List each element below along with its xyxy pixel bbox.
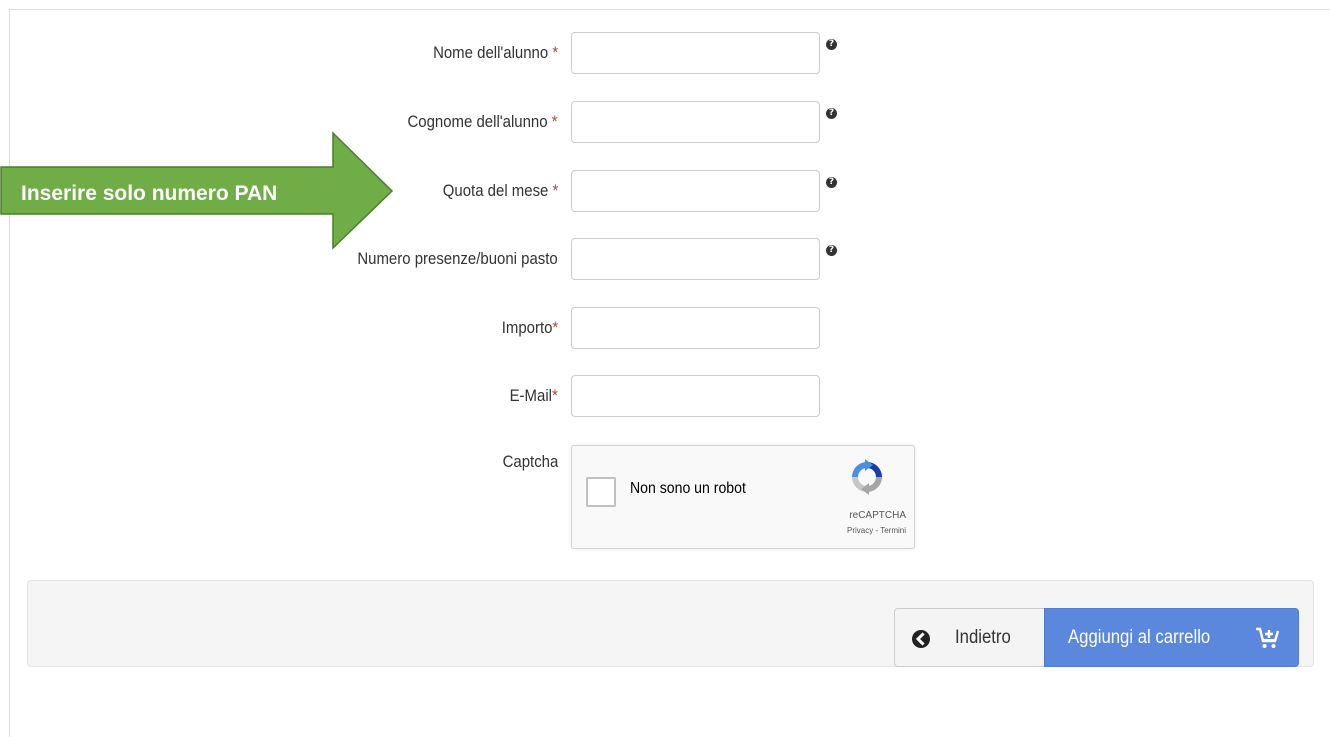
- add-to-cart-label: Aggiungi al carrello: [1068, 627, 1211, 648]
- cognome-alunno-input[interactable]: [571, 101, 820, 143]
- add-to-cart-button[interactable]: Aggiungi al carrello: [1044, 608, 1299, 667]
- form-row-importo: Importo*: [0, 307, 1330, 349]
- recaptcha-widget: Non sono un robot reCAPTCHA Privacy - Te…: [571, 445, 915, 549]
- nome-alunno-input[interactable]: [571, 32, 820, 74]
- cart-plus-icon: [1256, 627, 1279, 648]
- form-row-nome: Nome dell'alunno * ?: [0, 32, 1330, 74]
- question-circle-icon[interactable]: ?: [826, 177, 837, 188]
- annotation-arrow: Inserire solo numero PAN: [0, 130, 395, 250]
- field-label: Cognome dell'alunno *: [407, 112, 558, 131]
- back-button-label: Indietro: [955, 627, 1011, 648]
- quota-mese-input[interactable]: [571, 170, 820, 212]
- question-circle-icon[interactable]: ?: [826, 245, 837, 256]
- recaptcha-links[interactable]: Privacy - Termini: [847, 526, 906, 535]
- back-button[interactable]: Indietro: [894, 608, 1045, 667]
- annotation-text: Inserire solo numero PAN: [21, 182, 278, 205]
- field-label: Quota del mese *: [442, 181, 558, 200]
- field-label: Nome dell'alunno *: [432, 43, 558, 62]
- recaptcha-logo-icon: [852, 459, 882, 495]
- form-row-email: E-Mail*: [0, 375, 1330, 417]
- field-label: E-Mail*: [509, 386, 558, 405]
- recaptcha-checkbox[interactable]: [586, 477, 616, 507]
- importo-input[interactable]: [571, 307, 820, 349]
- question-circle-icon[interactable]: ?: [826, 39, 837, 50]
- question-circle-icon[interactable]: ?: [826, 108, 837, 119]
- field-label: Importo*: [501, 318, 558, 337]
- chevron-left-circle-icon: [912, 630, 930, 648]
- numero-presenze-input[interactable]: [571, 238, 820, 280]
- captcha-label: Captcha: [502, 452, 558, 471]
- recaptcha-label: Non sono un robot: [630, 480, 746, 497]
- email-input[interactable]: [571, 375, 820, 417]
- recaptcha-brand: reCAPTCHA: [849, 510, 906, 521]
